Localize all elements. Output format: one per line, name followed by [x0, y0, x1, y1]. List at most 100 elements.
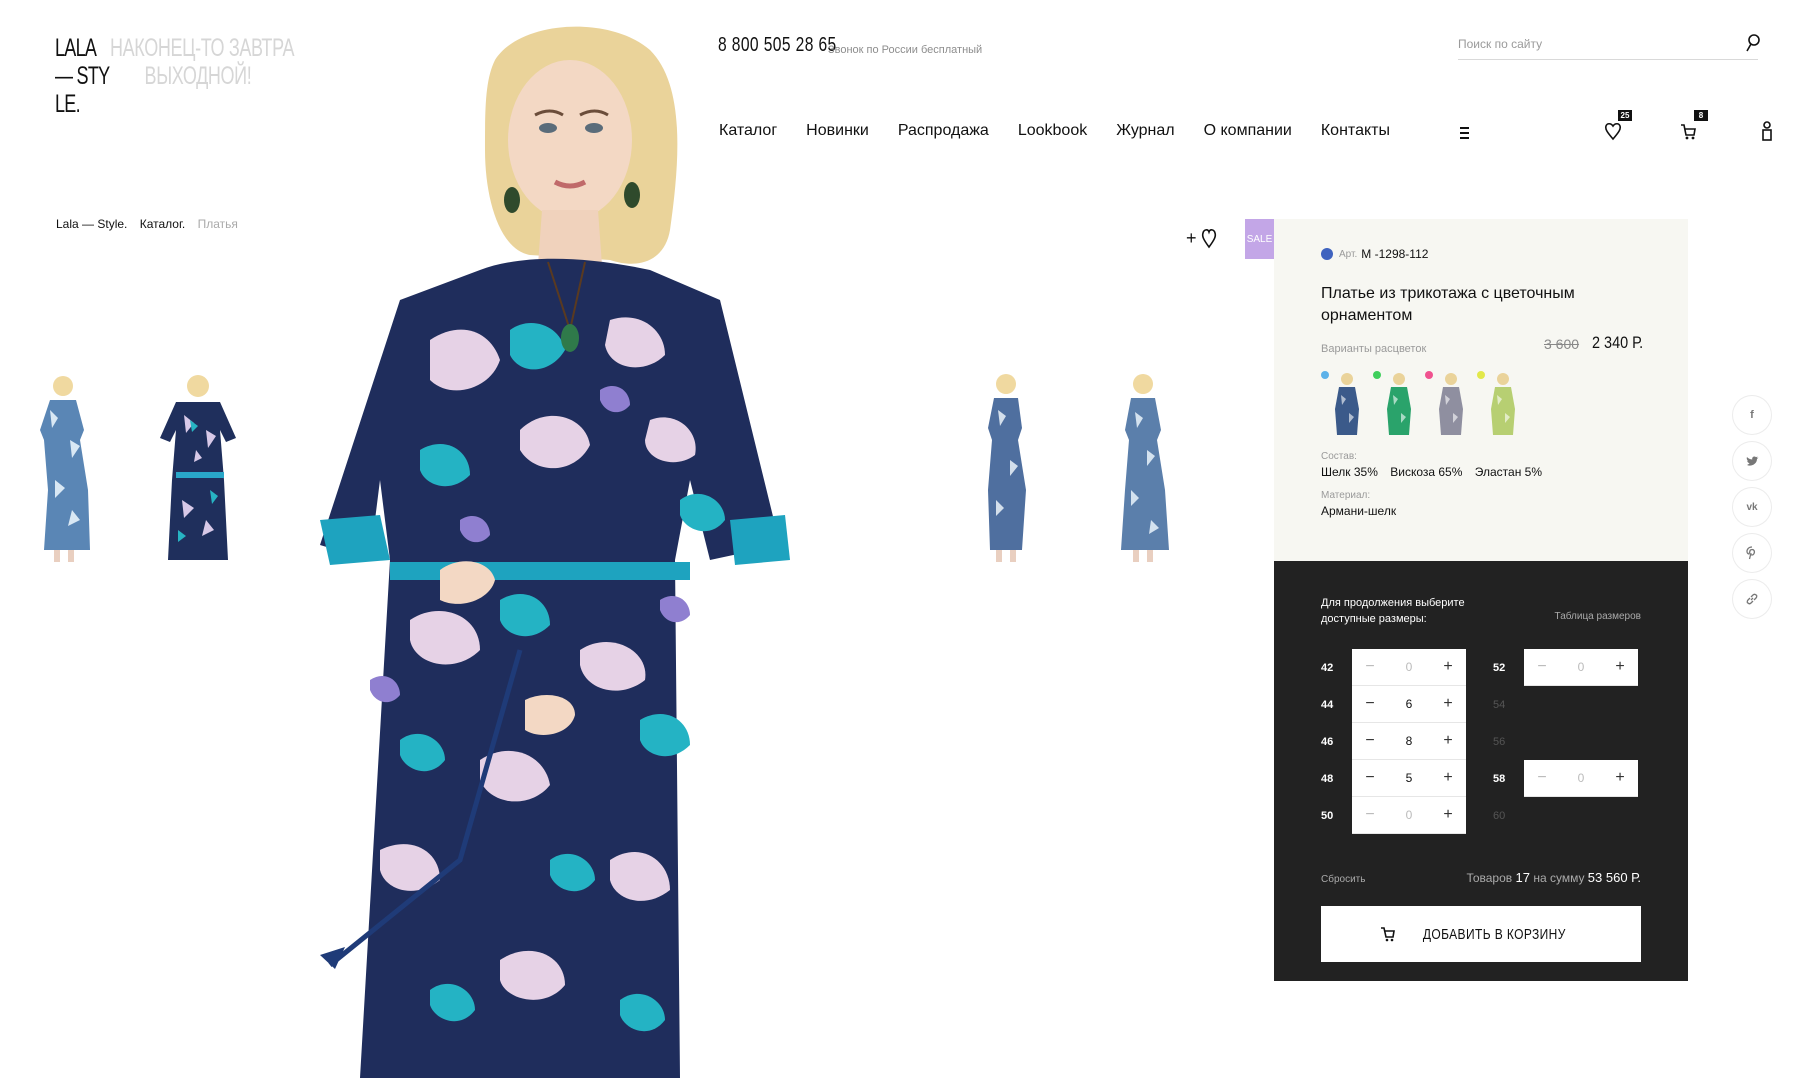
product-thumbnail-1[interactable] [10, 370, 120, 565]
decrease-button[interactable]: − [1360, 768, 1380, 788]
cart-icon [1380, 927, 1395, 942]
cart-icon [1681, 124, 1696, 140]
size-label: 56 [1493, 735, 1506, 748]
size-label: 48 [1321, 772, 1334, 785]
quantity-value[interactable]: 8 [1394, 734, 1424, 748]
tagline-line-1: НАКОНЕЦ-ТО ЗАВТРА [110, 34, 295, 62]
old-price: 3 600 [1544, 336, 1580, 352]
product-title: Платье из трикотажа с цветочным орнамент… [1321, 285, 1575, 324]
total-prefix: Товаров [1466, 871, 1513, 885]
link-icon [1746, 593, 1758, 605]
color-variant-image [1335, 373, 1359, 435]
product-thumbnail-3[interactable] [950, 370, 1060, 565]
material-value: Армани-шелк [1321, 504, 1397, 518]
composition-item: Шелк 35% [1321, 465, 1378, 479]
facebook-icon: f [1750, 409, 1754, 421]
increase-button[interactable]: + [1438, 768, 1458, 788]
size-row: 48 −5 + [1321, 760, 1466, 797]
order-total: Товаров 17 на сумму 53 560 Р. [1466, 870, 1641, 885]
composition-item: Эластан 5% [1474, 465, 1542, 479]
product-thumbnail-4[interactable] [1085, 370, 1195, 565]
search-input[interactable] [1458, 30, 1728, 58]
search-icon[interactable] [1742, 32, 1764, 54]
size-instruction: Для продолжения выберите доступные разме… [1321, 597, 1465, 625]
size-chart-link[interactable]: Таблица размеров [1555, 611, 1641, 622]
nav-item-journal[interactable]: Журнал [1116, 122, 1174, 140]
decrease-button[interactable]: − [1360, 657, 1380, 677]
twitter-share-button[interactable] [1733, 442, 1771, 480]
size-row: 50 −0 + [1321, 797, 1466, 834]
product-main-image [320, 26, 790, 1078]
quantity-stepper: −5 + [1352, 760, 1466, 797]
size-row: 54 [1493, 686, 1524, 723]
quantity-value[interactable]: 6 [1394, 697, 1424, 711]
quantity-stepper: −0 + [1524, 649, 1638, 686]
color-variant-image [1387, 373, 1411, 435]
quantity-value[interactable]: 0 [1394, 808, 1424, 822]
header-tagline: НАКОНЕЦ-ТО ЗАВТРА ВЫХОДНОЙ! [110, 34, 295, 90]
user-icon [1762, 121, 1772, 141]
vk-icon: vk [1746, 501, 1758, 513]
size-label: 42 [1321, 661, 1334, 674]
size-label: 46 [1321, 735, 1334, 748]
decrease-button[interactable]: − [1360, 694, 1380, 714]
material-label: Материал: [1321, 490, 1371, 501]
increase-button[interactable]: + [1438, 657, 1458, 677]
total-count: 17 [1515, 870, 1530, 885]
color-variant-dot [1425, 371, 1433, 379]
color-variant-swatch[interactable] [1477, 369, 1525, 437]
product-info-card: Арт. М -1298-112 Платье из трикотажа с ц… [1274, 219, 1688, 561]
nav-item-contacts[interactable]: Контакты [1321, 122, 1390, 140]
size-row: 60 [1493, 797, 1524, 834]
quantity-value[interactable]: 5 [1394, 771, 1424, 785]
copy-link-button[interactable] [1733, 580, 1771, 618]
increase-button[interactable]: + [1438, 731, 1458, 751]
pinterest-share-button[interactable] [1733, 534, 1771, 572]
nav-item-about[interactable]: О компании [1204, 122, 1292, 140]
color-variant-swatch[interactable] [1425, 369, 1473, 437]
pinterest-icon [1746, 546, 1756, 560]
increase-button[interactable]: + [1438, 805, 1458, 825]
quantity-value[interactable]: 0 [1394, 660, 1424, 674]
logo-line-3: LE. [55, 90, 81, 118]
menu-icon[interactable] [1458, 124, 1472, 140]
decrease-button[interactable]: − [1360, 731, 1380, 751]
increase-button[interactable]: + [1438, 694, 1458, 714]
size-label: 60 [1493, 809, 1506, 822]
size-row: 42 −0 + [1321, 649, 1466, 686]
add-to-cart-button[interactable]: ДОБАВИТЬ В КОРЗИНУ [1321, 906, 1641, 962]
quantity-stepper: −8 + [1352, 723, 1466, 760]
account-button[interactable] [1754, 118, 1780, 144]
vk-share-button[interactable]: vk [1733, 488, 1771, 526]
favorites-button[interactable]: 25 [1600, 110, 1632, 144]
decrease-button[interactable]: − [1360, 805, 1380, 825]
breadcrumb-catalog[interactable]: Каталог. [140, 217, 186, 231]
composition-label: Состав: [1321, 451, 1357, 462]
total-sum: 53 560 Р. [1587, 870, 1641, 885]
nav-item-lookbook[interactable]: Lookbook [1018, 122, 1087, 140]
reset-button[interactable]: Сбросить [1321, 874, 1365, 885]
color-variant-dot [1321, 371, 1329, 379]
size-selector-panel: Для продолжения выберите доступные разме… [1274, 561, 1688, 981]
facebook-share-button[interactable]: f [1733, 396, 1771, 434]
decrease-button[interactable]: − [1532, 768, 1552, 788]
article-number: Арт. М -1298-112 [1321, 247, 1428, 261]
breadcrumb-home[interactable]: Lala — Style. [56, 217, 127, 231]
nav-item-sale[interactable]: Распродажа [898, 122, 989, 140]
quantity-value[interactable]: 0 [1566, 660, 1596, 674]
cart-button[interactable]: 8 [1676, 110, 1708, 144]
color-variant-swatch[interactable] [1321, 369, 1369, 437]
increase-button[interactable]: + [1610, 657, 1630, 677]
current-price: 2 340 Р. [1592, 333, 1644, 352]
color-variant-swatch[interactable] [1373, 369, 1421, 437]
quantity-value[interactable]: 0 [1566, 771, 1596, 785]
increase-button[interactable]: + [1610, 768, 1630, 788]
add-to-favorites-button[interactable]: + [1186, 226, 1220, 252]
quantity-stepper: −6 + [1352, 686, 1466, 723]
sale-badge: SALE [1245, 219, 1274, 259]
size-label: 54 [1493, 698, 1506, 711]
size-row: 44 −6 + [1321, 686, 1466, 723]
composition-item: Вискоза 65% [1390, 465, 1463, 479]
product-thumbnail-2[interactable] [140, 370, 250, 565]
decrease-button[interactable]: − [1532, 657, 1552, 677]
